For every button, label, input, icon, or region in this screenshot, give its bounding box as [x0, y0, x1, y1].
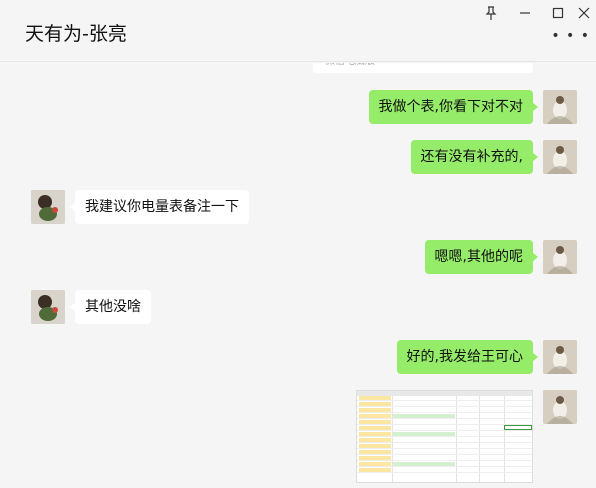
message-bubble[interactable]: 还有没有补充的, — [410, 140, 539, 174]
chat-area[interactable]: 微信电脑版 我做个表,你看下对不对 还有没有补充的, 我建议你电量表备注一下 嗯… — [0, 63, 596, 488]
avatar[interactable] — [31, 190, 65, 224]
pin-icon[interactable] — [480, 2, 502, 24]
avatar[interactable] — [543, 340, 577, 374]
avatar[interactable] — [543, 240, 577, 274]
minimize-icon[interactable] — [514, 2, 536, 24]
quoted-message: 微信电脑版 — [313, 63, 533, 73]
more-icon[interactable]: • • • — [551, 28, 590, 44]
message-bubble[interactable]: 我做个表,你看下对不对 — [368, 90, 539, 124]
chat-title: 天有为-张亮 — [25, 23, 127, 45]
message-bubble[interactable]: 嗯嗯,其他的呢 — [424, 240, 539, 274]
message-bubble[interactable]: 好的,我发给王可心 — [396, 340, 539, 374]
spreadsheet-image[interactable] — [356, 390, 533, 483]
avatar[interactable] — [543, 90, 577, 124]
avatar[interactable] — [543, 390, 577, 424]
close-icon[interactable] — [573, 2, 595, 24]
avatar[interactable] — [543, 140, 577, 174]
avatar[interactable] — [31, 290, 65, 324]
message-bubble[interactable]: 我建议你电量表备注一下 — [70, 190, 249, 224]
title-bar: 天有为-张亮 • • • — [0, 0, 596, 62]
message-bubble[interactable]: 其他没啥 — [70, 290, 151, 324]
maximize-icon[interactable] — [547, 2, 569, 24]
